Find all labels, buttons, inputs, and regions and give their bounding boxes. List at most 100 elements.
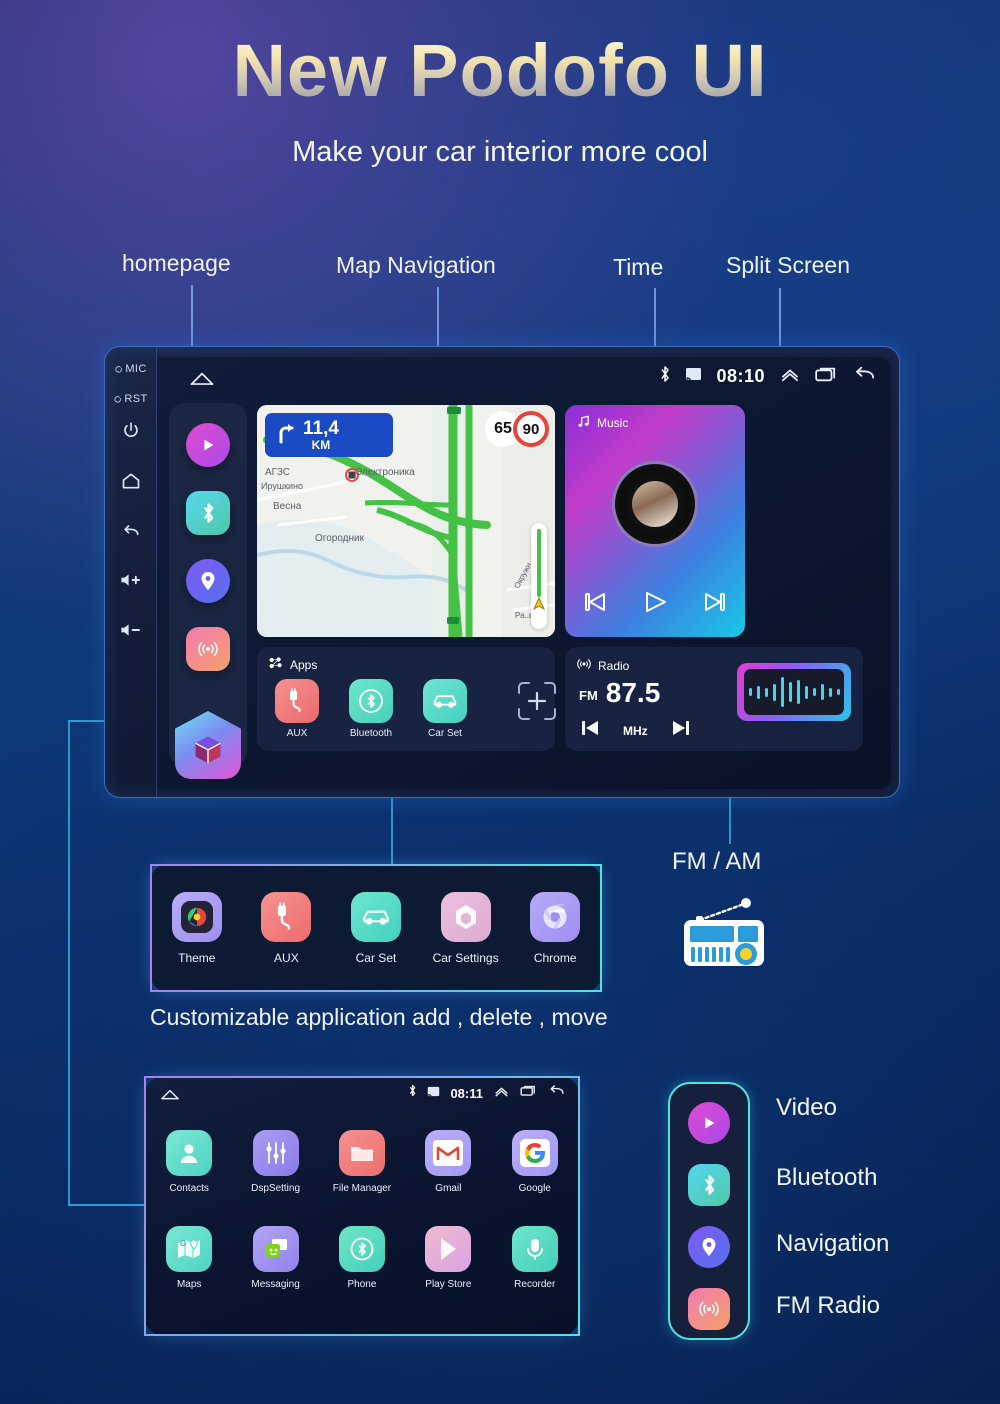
- chevron-up-icon[interactable]: [779, 366, 801, 387]
- play-icon[interactable]: [641, 590, 669, 619]
- split-screen-icon[interactable]: [520, 1084, 538, 1102]
- apps-widget-item-car-set[interactable]: Car Set: [419, 679, 471, 739]
- svg-text:G: G: [180, 1239, 186, 1248]
- drawer-label-play-store: Play Store: [425, 1279, 472, 1290]
- app-drawer-system-icons: 08:11: [408, 1084, 566, 1102]
- status-back-icon[interactable]: [853, 365, 877, 388]
- app-drawer-back-icon[interactable]: [548, 1084, 566, 1102]
- power-icon[interactable]: [105, 421, 157, 444]
- bezel-mic-button[interactable]: MIC: [105, 363, 157, 375]
- legend-label-fm-radio: FM Radio: [776, 1292, 881, 1319]
- bluetooth-icon: [349, 679, 393, 723]
- prev-track-icon[interactable]: [582, 591, 608, 618]
- legend-icon-fm-radio: [688, 1288, 730, 1330]
- app-drawer-row-1: Contacts DspSetting File Manager Gmail G…: [146, 1130, 578, 1194]
- radio-device-icon: [678, 898, 778, 970]
- drawer-item-phone[interactable]: Phone: [325, 1226, 399, 1290]
- apps-widget-add-button[interactable]: [511, 679, 563, 723]
- apps-widget-label-car-set: Car Set: [428, 728, 462, 739]
- callout-line-drawer-v: [68, 720, 70, 1206]
- sidebar-item-fm-radio[interactable]: [186, 627, 230, 671]
- app-strip-item-car-settings[interactable]: Car Settings: [423, 891, 509, 965]
- map-label-0: АГЗС: [265, 467, 291, 478]
- music-widget-title: Music: [597, 416, 629, 430]
- sidebar-legend-panel: [668, 1082, 750, 1340]
- back-icon[interactable]: [105, 521, 157, 546]
- turn-right-icon: [275, 421, 297, 450]
- drawer-item-file-manager[interactable]: File Manager: [325, 1130, 399, 1194]
- sidebar-item-video[interactable]: [186, 423, 230, 467]
- next-track-icon[interactable]: [702, 591, 728, 618]
- album-art-vinyl: [612, 461, 698, 547]
- drawer-item-dspsetting[interactable]: DspSetting: [239, 1130, 313, 1194]
- app-drawer-button[interactable]: [175, 711, 241, 779]
- drawer-item-contacts[interactable]: Contacts: [152, 1130, 226, 1194]
- app-drawer-status-bar: 08:11: [146, 1078, 578, 1110]
- apps-widget-title: Apps: [290, 657, 318, 672]
- app-strip-item-chrome[interactable]: Chrome: [512, 891, 598, 965]
- map-navigation-widget[interactable]: АГЗС Ирушкино Весна Электроника Огородни…: [257, 405, 555, 637]
- maps-icon: G: [166, 1226, 213, 1272]
- drawer-item-recorder[interactable]: Recorder: [498, 1226, 572, 1290]
- music-widget[interactable]: Music: [565, 405, 745, 637]
- music-controls: [565, 590, 745, 619]
- apps-widget-header: Apps: [269, 657, 317, 672]
- app-drawer-screen: 08:11 Contacts DspSetting File Manager G…: [144, 1076, 580, 1336]
- map-label-2: Весна: [273, 501, 302, 512]
- app-strip-label-chrome: Chrome: [533, 950, 577, 965]
- bluetooth-icon: [659, 365, 671, 388]
- theme-icon: [171, 891, 222, 942]
- sidebar-item-navigation[interactable]: [186, 559, 230, 603]
- bezel-rst-label: RST: [124, 393, 148, 405]
- drawer-item-google[interactable]: Google: [498, 1130, 572, 1194]
- gear-hex-icon: [440, 891, 491, 942]
- bluetooth-icon: [408, 1084, 417, 1102]
- status-home-icon[interactable]: [189, 369, 215, 392]
- volume-up-icon[interactable]: [105, 571, 157, 594]
- callout-line-drawer-h2: [68, 1204, 146, 1206]
- page-subtitle: Make your car interior more cool: [292, 136, 708, 168]
- app-strip-item-car-set[interactable]: Car Set: [333, 891, 419, 965]
- nav-distance-unit: KM: [311, 437, 331, 452]
- drawer-label-messaging: Messaging: [251, 1279, 300, 1290]
- radio-frequency: 87.5: [605, 677, 661, 708]
- drawer-label-maps: Maps: [176, 1279, 202, 1290]
- apps-widget-item-bluetooth[interactable]: Bluetooth: [345, 679, 397, 739]
- app-drawer-home-icon[interactable]: [160, 1087, 180, 1106]
- drawer-item-gmail[interactable]: Gmail: [411, 1130, 485, 1194]
- app-strip-item-aux[interactable]: AUX: [243, 891, 329, 965]
- drawer-label-google: Google: [518, 1183, 551, 1194]
- equalizer-icon: [737, 663, 851, 721]
- app-drawer-row-2: G Maps Messaging Phone Play Store Record…: [146, 1226, 578, 1290]
- volume-down-icon[interactable]: [105, 621, 157, 644]
- map-label-3: Электроника: [355, 467, 415, 478]
- apps-grid-icon: [269, 657, 283, 672]
- page-title: New Podofo UI: [0, 32, 1000, 110]
- split-screen-icon[interactable]: [815, 365, 839, 388]
- next-station-icon[interactable]: [670, 718, 692, 743]
- car-head-unit: MIC RST 08:10 АГЗС Ирушкино Весна Электр…: [104, 346, 900, 798]
- navigation-banner: 11,4 KM: [265, 413, 393, 457]
- app-strip-item-theme[interactable]: Theme: [154, 891, 240, 965]
- callout-label-homepage: homepage: [122, 250, 231, 276]
- drawer-item-play-store[interactable]: Play Store: [411, 1226, 485, 1290]
- home-icon[interactable]: [105, 471, 157, 496]
- prev-station-icon[interactable]: [579, 718, 601, 743]
- sidebar-item-bluetooth[interactable]: [186, 491, 230, 535]
- drawer-item-maps[interactable]: G Maps: [152, 1226, 226, 1290]
- radio-frequency-display: FM 87.5: [579, 679, 660, 707]
- callout-label-map-navigation: Map Navigation: [336, 252, 496, 278]
- folder-icon: [338, 1130, 385, 1176]
- app-strip-label-aux: AUX: [274, 950, 299, 965]
- chrome-icon: [530, 891, 581, 942]
- messaging-icon: [252, 1226, 299, 1272]
- drawer-item-messaging[interactable]: Messaging: [239, 1226, 313, 1290]
- cast-icon: [427, 1084, 440, 1102]
- bezel-rst-button[interactable]: RST: [105, 393, 157, 405]
- speed-limit-sign: 90: [513, 411, 549, 447]
- google-icon: [511, 1130, 558, 1176]
- drawer-label-dspsetting: DspSetting: [251, 1183, 301, 1194]
- chevron-up-icon[interactable]: [493, 1084, 510, 1102]
- apps-widget-item-aux[interactable]: AUX: [271, 679, 323, 739]
- device-bezel: MIC RST: [105, 347, 157, 797]
